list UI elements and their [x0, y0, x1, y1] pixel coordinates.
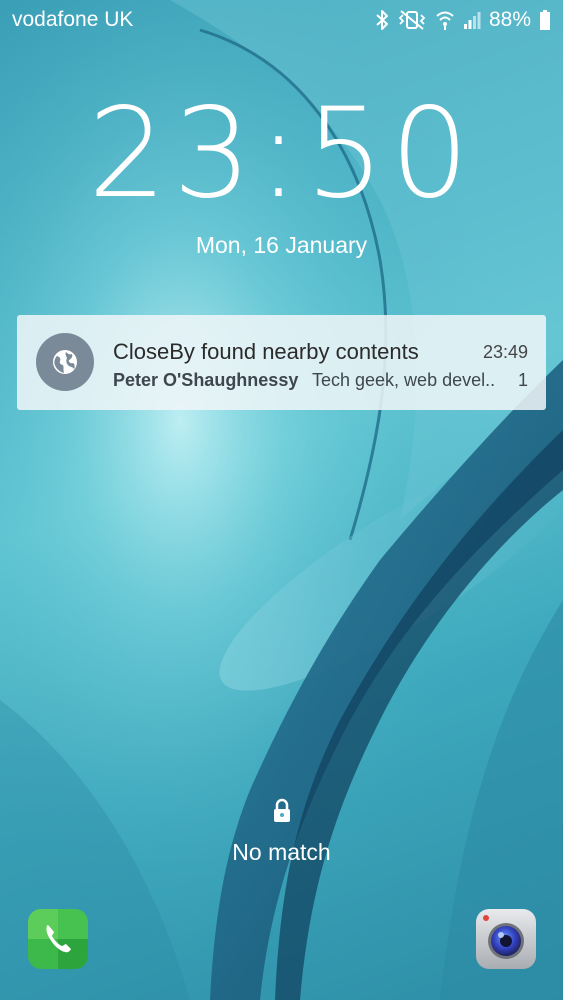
lock-area: No match	[0, 798, 563, 866]
carrier-name: vodafone UK	[12, 8, 134, 31]
phone-icon	[28, 909, 88, 969]
padlock-icon	[273, 798, 290, 822]
lock-status: No match	[232, 839, 331, 865]
lockscreen-clock: 23:50	[87, 82, 476, 226]
notification-text: Tech geek, web devel..	[312, 370, 496, 390]
phone-shortcut[interactable]	[28, 909, 88, 969]
camera-shortcut[interactable]	[476, 909, 536, 969]
status-bar: vodafone UK 88%	[0, 0, 563, 40]
battery-percent: 88%	[488, 8, 531, 31]
signal-icon	[463, 12, 481, 29]
notification-sender: Peter O'Shaughnessy	[113, 370, 299, 390]
camera-icon	[476, 909, 536, 969]
wifi-icon	[436, 11, 454, 30]
notification-card[interactable]: CloseBy found nearby contents 23:49 Pete…	[17, 315, 546, 410]
vibrate-mute-icon	[398, 10, 426, 30]
globe-icon	[36, 333, 94, 391]
lockscreen-date: Mon, 16 January	[195, 232, 368, 258]
status-icons: 88%	[375, 7, 551, 33]
bluetooth-icon	[376, 10, 388, 30]
notification-time: 23:49	[482, 342, 528, 362]
notification-count: 1	[517, 370, 528, 390]
notification-title: CloseBy found nearby contents	[113, 339, 419, 364]
battery-icon	[540, 10, 550, 30]
